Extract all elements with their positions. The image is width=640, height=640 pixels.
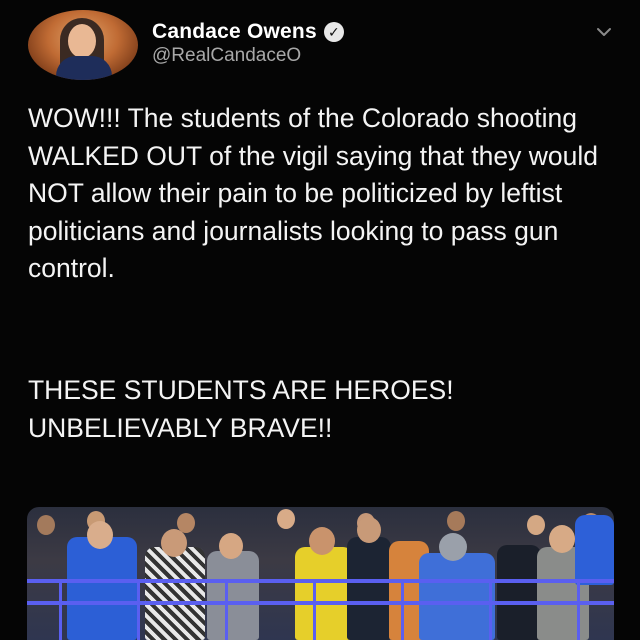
person-head [87, 521, 113, 549]
person-grey-jacket [207, 551, 259, 640]
person-blue-jacket [419, 553, 495, 640]
person-head [219, 533, 243, 559]
avatar-face [68, 24, 96, 58]
person-dark-jacket [347, 537, 391, 640]
railing-post [401, 579, 404, 640]
railing-post [137, 579, 140, 640]
person-blue-right [575, 515, 614, 585]
tweet-text-paragraph-1: WOW!!! The students of the Colorado shoo… [28, 103, 599, 283]
person-head [309, 527, 335, 555]
railing-post [59, 579, 62, 640]
display-name[interactable]: Candace Owens [152, 20, 317, 44]
railing-bottom [27, 601, 614, 605]
crowd-head [447, 511, 465, 531]
person-head [161, 529, 187, 557]
avatar-body [56, 56, 112, 80]
avatar[interactable] [28, 10, 138, 80]
railing-post [489, 579, 492, 640]
chevron-down-icon[interactable] [596, 26, 612, 38]
crowd-head [37, 515, 55, 535]
attached-photo[interactable] [27, 507, 614, 640]
person-plaid-shirt [145, 547, 205, 640]
railing-post [225, 579, 228, 640]
person-blue-hoodie [67, 537, 137, 640]
person-head [357, 517, 381, 543]
crowd-head [277, 509, 295, 529]
person-head [549, 525, 575, 553]
railing-post [313, 579, 316, 640]
verified-badge-icon: ✓ [323, 22, 344, 42]
author-name-row: Candace Owens ✓ [152, 20, 344, 44]
tweet-card: Candace Owens ✓ @RealCandaceO WOW!!! The… [0, 0, 640, 640]
railing-post [577, 579, 580, 640]
railing-top [27, 579, 614, 583]
person-head [439, 533, 467, 561]
handle[interactable]: @RealCandaceO [152, 45, 301, 67]
crowd-head [527, 515, 545, 535]
person-black-jacket [497, 545, 541, 640]
person-yellow-shirt [295, 547, 353, 640]
tweet-text-paragraph-2: THESE STUDENTS ARE HEROES! UNBELIEVABLY … [28, 375, 454, 443]
